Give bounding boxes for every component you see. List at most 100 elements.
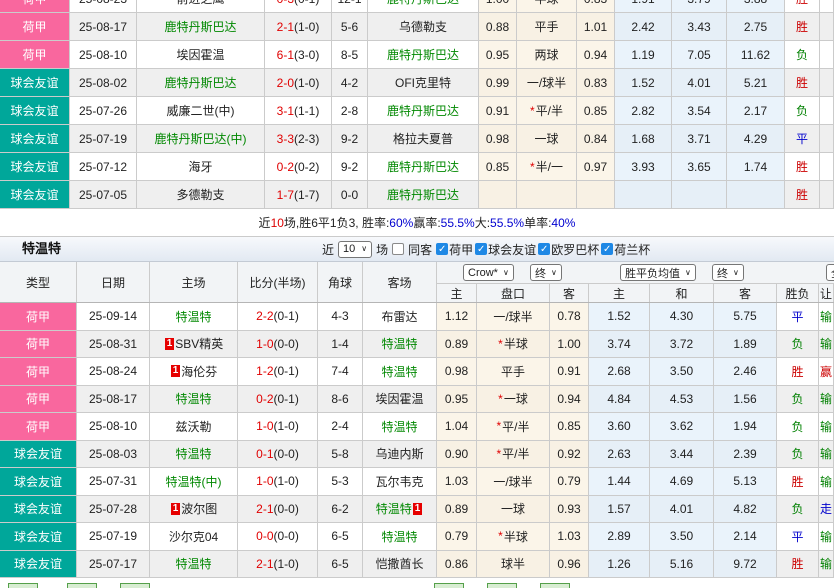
handicap-result-cell bbox=[820, 125, 834, 152]
europe-away-odds: 11.62 bbox=[727, 41, 785, 68]
league-type-cell: 荷甲 bbox=[0, 386, 77, 413]
home-team-link[interactable]: 鹿特丹斯巴达 bbox=[164, 74, 236, 91]
home-team-link[interactable]: 埃因霍温 bbox=[176, 46, 224, 63]
league-checkbox[interactable]: ✓ bbox=[436, 243, 448, 255]
home-team-link[interactable]: 沙尔克04 bbox=[169, 528, 218, 545]
asian-home-odds: 1.04 bbox=[437, 413, 477, 440]
handicap-star: * bbox=[530, 160, 535, 174]
result-label: 负 bbox=[791, 500, 803, 517]
asian-away-odds: 0.79 bbox=[550, 468, 589, 495]
handicap-result-cell bbox=[820, 97, 834, 124]
away-team-cell: 鹿特丹斯巴达 bbox=[368, 153, 479, 180]
corner-cell: 9-2 bbox=[332, 153, 368, 180]
home-team-link[interactable]: 波尔图 bbox=[181, 500, 217, 517]
all-select[interactable]: 全 bbox=[826, 264, 834, 281]
away-team-link[interactable]: 布雷达 bbox=[381, 308, 417, 325]
corner-cell: 5-6 bbox=[332, 13, 368, 40]
asian-final-select[interactable]: 终∨ bbox=[530, 264, 562, 281]
away-team-link[interactable]: 特温特 bbox=[381, 363, 417, 380]
away-team-link[interactable]: 埃因霍温 bbox=[375, 390, 423, 407]
away-team-link[interactable]: 鹿特丹斯巴达 bbox=[387, 158, 459, 175]
home-team-link[interactable]: 威廉二世(中) bbox=[167, 102, 235, 119]
away-team-link[interactable]: 瓦尔韦克 bbox=[375, 473, 423, 490]
away-team-link[interactable]: 鹿特丹斯巴达 bbox=[387, 102, 459, 119]
away-team-link[interactable]: 乌迪内斯 bbox=[375, 445, 423, 462]
half-time-score: (1-0) bbox=[274, 419, 299, 433]
home-team-link[interactable]: 前进之鹰 bbox=[176, 0, 224, 7]
home-team-link[interactable]: 鹿特丹斯巴达(中) bbox=[155, 130, 247, 147]
score-cell: 1-0(1-0) bbox=[238, 413, 318, 440]
away-team-link[interactable]: 鹿特丹斯巴达 bbox=[387, 186, 459, 203]
away-team-link[interactable]: 特温特 bbox=[381, 335, 417, 352]
home-team-link[interactable]: 特温特 bbox=[175, 308, 211, 325]
europe-final-select[interactable]: 终∨ bbox=[712, 264, 744, 281]
handicap-result-cell bbox=[820, 153, 834, 180]
asian-away-odds: 0.85 bbox=[577, 97, 615, 124]
handicap-star: * bbox=[496, 447, 501, 461]
full-time-score: 6-1 bbox=[277, 48, 294, 62]
away-team-cell: 鹿特丹斯巴达 bbox=[368, 0, 479, 12]
europe-away-odds: 2.39 bbox=[714, 441, 777, 468]
half-time-score: (3-0) bbox=[294, 48, 319, 62]
asian-home-odds: 0.88 bbox=[479, 13, 517, 40]
handicap-result-cell: 走 bbox=[819, 496, 834, 523]
league-checkbox[interactable]: ✓ bbox=[601, 243, 613, 255]
europe-away-odds: 5.13 bbox=[714, 468, 777, 495]
europe-home-odds: 2.89 bbox=[589, 523, 650, 550]
home-team-link[interactable]: 特温特(中) bbox=[166, 473, 222, 490]
home-team-link[interactable]: 特温特 bbox=[175, 390, 211, 407]
away-team-link[interactable]: 鹿特丹斯巴达 bbox=[387, 46, 459, 63]
home-team-cell: 1波尔图 bbox=[150, 496, 238, 523]
chevron-down-icon: ∨ bbox=[685, 269, 691, 277]
sub-column-header: 胜负 bbox=[777, 284, 819, 302]
full-time-score: 3-3 bbox=[277, 132, 294, 146]
europe-odds-value: 胜平负均值 bbox=[625, 265, 680, 281]
recent-count-select[interactable]: 10∨ bbox=[338, 241, 372, 258]
home-team-link[interactable]: 海伦芬 bbox=[181, 363, 217, 380]
league-checkbox[interactable]: ✓ bbox=[538, 243, 550, 255]
asian-away-odds: 0.97 bbox=[577, 153, 615, 180]
handicap-star: * bbox=[530, 104, 535, 118]
result-label: 负 bbox=[791, 445, 803, 462]
bookmaker-select[interactable]: Crow*∨ bbox=[463, 264, 514, 281]
home-team-link[interactable]: SBV精英 bbox=[175, 335, 223, 352]
match-row: 球会友谊25-07-19沙尔克040-0(0-0)6-5特温特0.79*半球1.… bbox=[0, 523, 834, 551]
away-team-link[interactable]: 特温特 bbox=[381, 528, 417, 545]
home-team-link[interactable]: 海牙 bbox=[188, 158, 212, 175]
home-team-link[interactable]: 兹沃勒 bbox=[175, 418, 211, 435]
asian-home-odds: 1.00 bbox=[479, 0, 517, 12]
home-team-link[interactable]: 鹿特丹斯巴达 bbox=[164, 18, 236, 35]
europe-away-odds: 4.29 bbox=[727, 125, 785, 152]
europe-draw-odds: 7.05 bbox=[672, 41, 727, 68]
red-card-badge: 1 bbox=[413, 503, 423, 515]
match-row: 球会友谊25-07-26威廉二世(中)3-1(1-1)2-8鹿特丹斯巴达0.91… bbox=[0, 97, 834, 125]
europe-home-odds: 1.44 bbox=[589, 468, 650, 495]
result-label: 负 bbox=[791, 390, 803, 407]
league-checkbox[interactable]: ✓ bbox=[475, 243, 487, 255]
away-team-cell: 鹿特丹斯巴达 bbox=[368, 41, 479, 68]
away-team-link[interactable]: 特温特 bbox=[376, 500, 412, 517]
same-away-checkbox[interactable] bbox=[392, 243, 404, 255]
away-team-link[interactable]: 恺撒酋长 bbox=[375, 555, 423, 572]
score-cell: 6-1(3-0) bbox=[265, 41, 332, 68]
away-team-link[interactable]: 特温特 bbox=[381, 418, 417, 435]
home-team-link[interactable]: 特温特 bbox=[175, 445, 211, 462]
twente-table-header: 类型日期主场比分(半场)角球客场 Crow*∨ 终∨ 胜平负均值∨ 终∨ 全 主… bbox=[0, 262, 834, 303]
away-team-link[interactable]: 格拉夫夏普 bbox=[393, 130, 453, 147]
away-team-link[interactable]: 乌德勒支 bbox=[399, 18, 447, 35]
europe-odds-select[interactable]: 胜平负均值 ∨ bbox=[620, 264, 696, 281]
result-label: 平 bbox=[791, 528, 803, 545]
asian-away-odds: 0.96 bbox=[550, 551, 589, 578]
away-team-link[interactable]: OFI克里特 bbox=[395, 74, 451, 91]
home-team-link[interactable]: 多德勒支 bbox=[176, 186, 224, 203]
home-team-link[interactable]: 特温特 bbox=[175, 555, 211, 572]
league-type-cell: 荷甲 bbox=[0, 413, 77, 440]
asian-line: 两球 bbox=[534, 46, 558, 63]
half-time-score: (0-0) bbox=[274, 502, 299, 516]
match-row: 球会友谊25-07-19鹿特丹斯巴达(中)3-3(2-3)9-2格拉夫夏普0.9… bbox=[0, 125, 834, 153]
sparta-history-rows: 荷甲25-08-23前进之鹰0-3(0-1)12-1鹿特丹斯巴达1.00半球0.… bbox=[0, 0, 834, 209]
away-team-link[interactable]: 鹿特丹斯巴达 bbox=[387, 0, 459, 7]
result-label: 负 bbox=[796, 46, 808, 63]
asian-line: 一/球半 bbox=[493, 473, 532, 490]
europe-draw-odds: 4.30 bbox=[650, 303, 714, 330]
